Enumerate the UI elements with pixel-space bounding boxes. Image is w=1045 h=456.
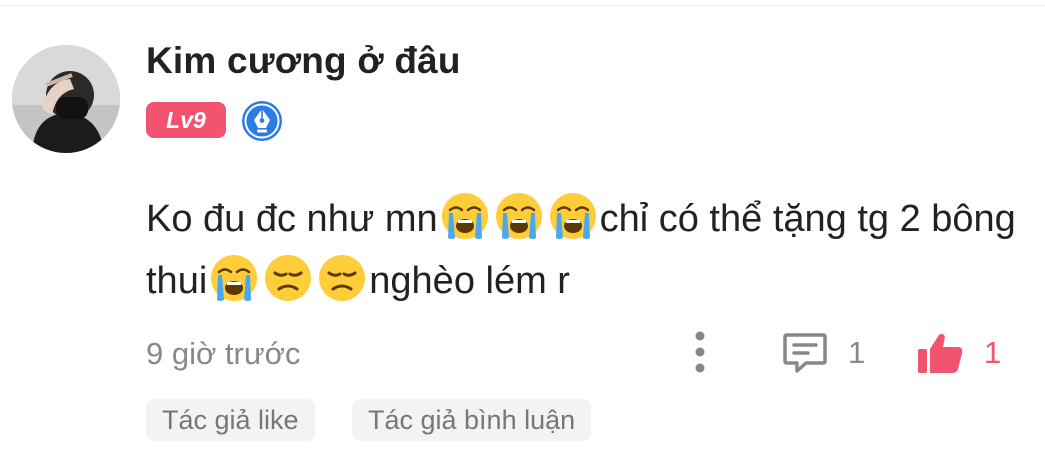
disappointed-emoji: [317, 253, 367, 303]
level-badge: Lv9: [146, 102, 226, 138]
reply-count: 1: [848, 335, 866, 370]
thumbs-up-icon: [918, 333, 963, 373]
loudly-crying-emoji: [209, 253, 259, 303]
disappointed-emoji: [263, 253, 313, 303]
loudly-crying-emoji: [494, 191, 544, 241]
like-count: 1: [984, 335, 1002, 370]
vertical-dots-icon: [695, 331, 705, 373]
avatar[interactable]: [12, 45, 120, 153]
more-options-button[interactable]: [688, 330, 712, 374]
username[interactable]: Kim cương ở đâu: [146, 40, 461, 82]
comment-icon: [783, 333, 827, 373]
pen-nib-icon: [241, 100, 283, 142]
timestamp: 9 giờ trước: [146, 336, 301, 371]
reply-button[interactable]: 1: [782, 331, 865, 375]
comment-text-part1: Ko đu đc như mn: [146, 198, 438, 240]
loudly-crying-emoji: [548, 191, 598, 241]
comment-text-part3: nghèo lém r: [369, 260, 570, 302]
author-like-tag: Tác giả like: [146, 399, 315, 441]
comment-text: Ko đu đc như mn chỉ có thể tặng tg 2 bông…: [146, 188, 1016, 312]
loudly-crying-emoji: [440, 191, 490, 241]
like-button[interactable]: 1: [916, 331, 1001, 375]
author-reply-tag: Tác giả bình luận: [352, 399, 592, 441]
top-divider: [0, 5, 1045, 6]
